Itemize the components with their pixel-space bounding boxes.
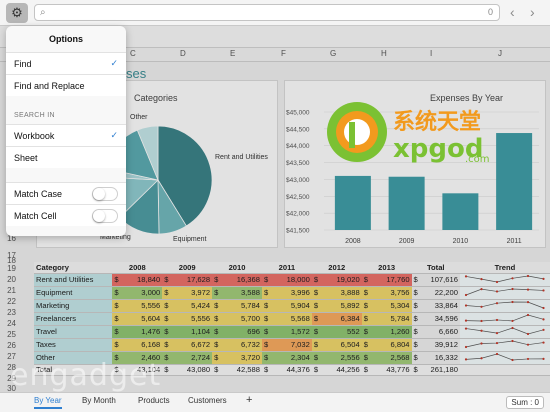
gear-icon[interactable]: ⚙ [6, 2, 28, 23]
previous-result-icon[interactable]: ‹ [510, 4, 515, 20]
tab-by-year[interactable]: By Year [34, 396, 62, 409]
xpgod-tld-text: .com [465, 154, 490, 165]
top-toolbar: ⚙ ⌕ 0 ‹ › [0, 0, 550, 26]
engadget-watermark: engadget [10, 358, 162, 393]
find-option[interactable]: Find ✓ [6, 52, 126, 74]
match-cell-row: Match Cell [6, 204, 126, 226]
spreadsheet-app: ⚙ ⌕ 0 ‹ › C D E F G H I J ses Categories… [0, 0, 550, 412]
find-option-label: Find [14, 59, 32, 69]
sheet-tabs: By Year By Month Products Customers + Su… [0, 392, 550, 412]
workbook-label: Workbook [14, 131, 55, 141]
popover-title: Options [49, 34, 83, 44]
match-cell-toggle[interactable] [92, 209, 118, 223]
search-input[interactable]: ⌕ 0 [34, 4, 500, 21]
tab-by-month[interactable]: By Month [82, 396, 116, 405]
xpgod-cn-text: 系统天堂 [393, 110, 482, 135]
sheet-label: Sheet [14, 153, 38, 163]
add-sheet-button[interactable]: + [246, 394, 252, 406]
match-case-row: Match Case [6, 182, 126, 204]
find-replace-option[interactable]: Find and Replace [6, 74, 126, 96]
search-result-count: 0 [487, 7, 493, 17]
find-replace-label: Find and Replace [14, 81, 85, 91]
xpgod-logo-icon [327, 102, 387, 162]
search-icon: ⌕ [40, 7, 46, 18]
tab-customers[interactable]: Customers [188, 396, 227, 405]
tab-products[interactable]: Products [138, 396, 170, 405]
toggle-knob [93, 188, 105, 200]
match-case-label: Match Case [14, 189, 63, 199]
next-result-icon[interactable]: › [530, 4, 535, 20]
toggle-knob [93, 210, 105, 222]
checkmark-icon: ✓ [110, 58, 118, 68]
workbook-option[interactable]: Workbook ✓ [6, 124, 126, 146]
match-case-toggle[interactable] [92, 187, 118, 201]
xpgod-watermark: 系统天堂 xpgod .com [325, 100, 525, 180]
sheet-option[interactable]: Sheet [6, 146, 126, 168]
search-in-header: SEARCH IN [14, 112, 55, 119]
sum-indicator[interactable]: Sum : 0 [506, 396, 544, 409]
checkmark-icon: ✓ [110, 130, 118, 140]
match-cell-label: Match Cell [14, 211, 57, 221]
options-popover: Options Find ✓ Find and Replace SEARCH I… [6, 26, 126, 236]
